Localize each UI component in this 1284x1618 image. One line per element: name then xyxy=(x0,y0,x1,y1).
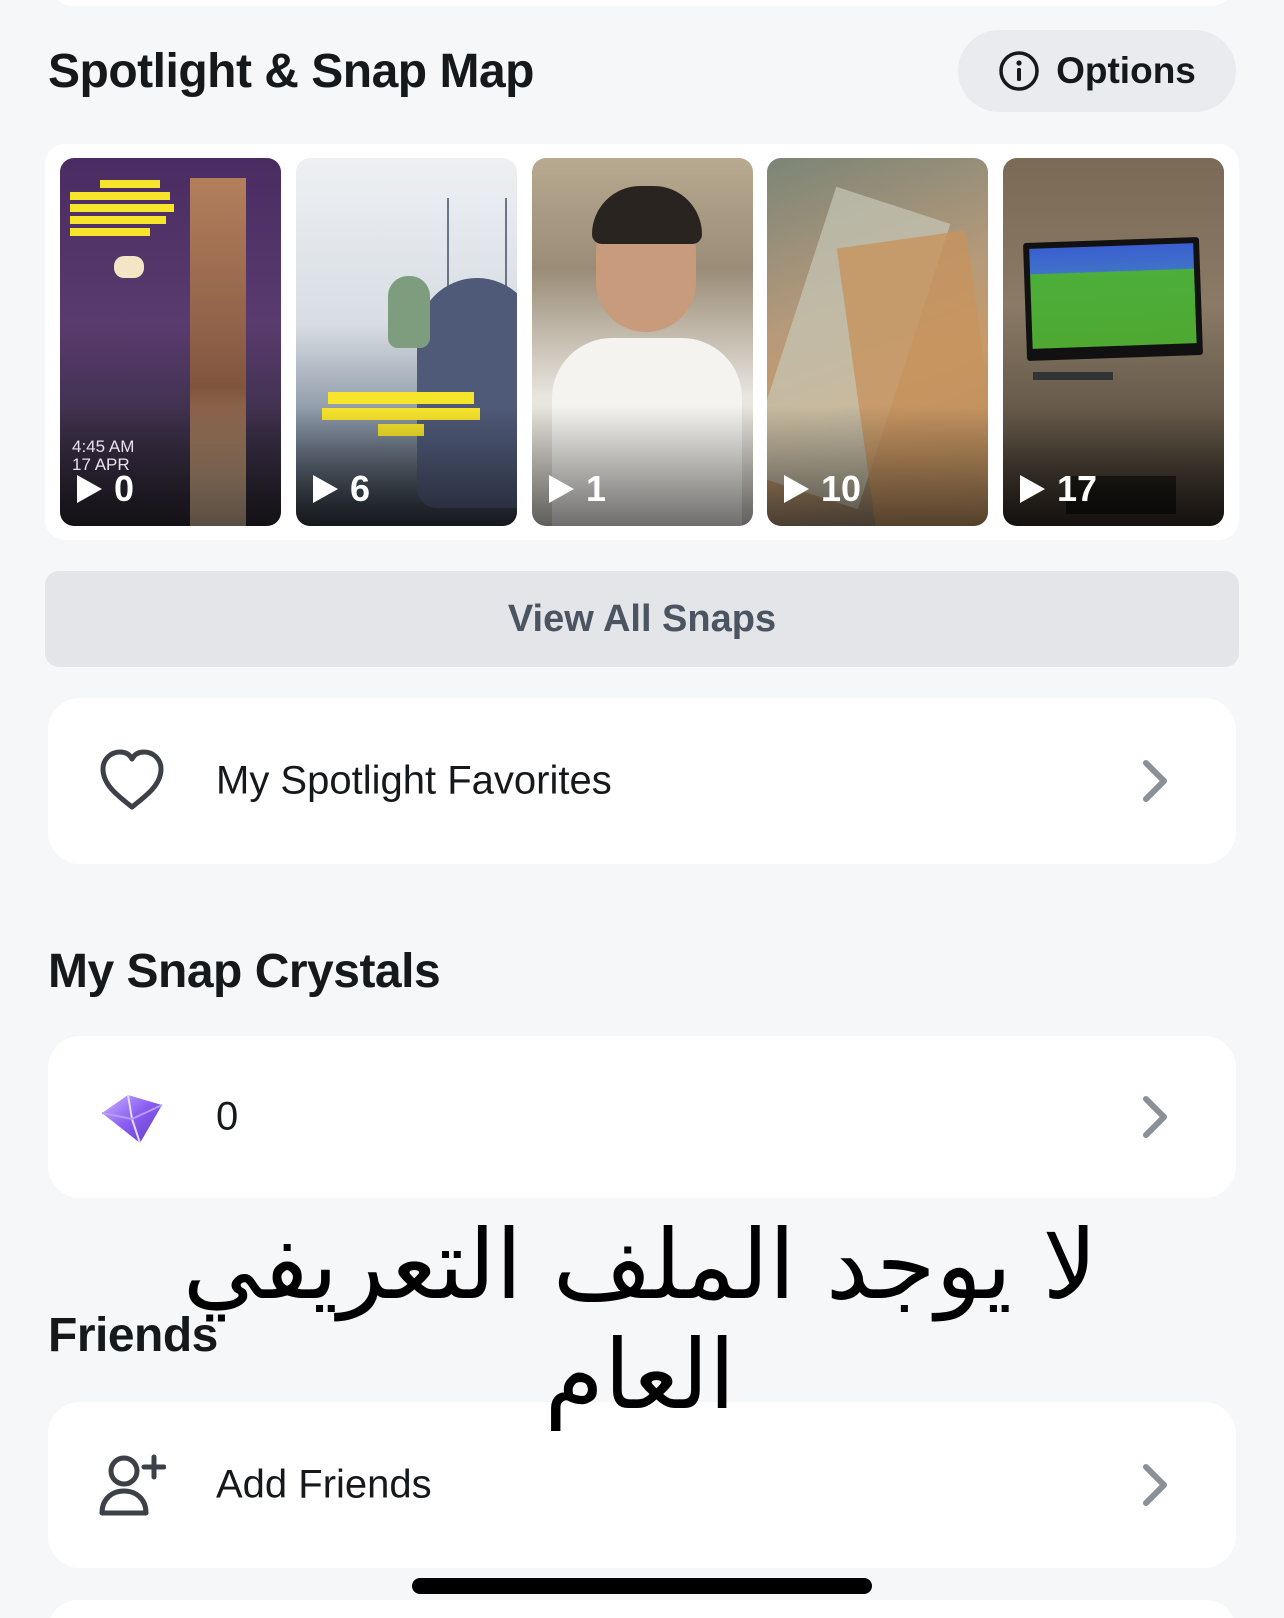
next-row-card xyxy=(48,1600,1236,1618)
snap-caption-highlight xyxy=(70,180,180,240)
chevron-right-icon xyxy=(1143,1096,1167,1138)
view-count: 0 xyxy=(74,468,134,510)
spotlight-snaps-strip: 4:45 AM 17 APR 0 6 1 10 17 xyxy=(45,144,1239,540)
tv-screen xyxy=(1029,243,1197,349)
chevron-right-icon xyxy=(1143,760,1167,802)
play-icon xyxy=(77,475,102,503)
view-count: 10 xyxy=(781,468,861,510)
play-icon xyxy=(1020,475,1045,503)
snap-thumbnail[interactable]: 1 xyxy=(532,158,753,526)
cartoon-sticker xyxy=(388,276,430,348)
heart-icon xyxy=(100,749,164,810)
top-card-edge xyxy=(48,0,1236,6)
play-icon xyxy=(549,475,574,503)
add-friends-label: Add Friends xyxy=(216,1462,432,1507)
snap-thumbnail[interactable]: 6 xyxy=(296,158,517,526)
crystal-icon xyxy=(101,1094,163,1144)
options-label: Options xyxy=(1056,50,1196,91)
view-count: 6 xyxy=(310,468,370,510)
overlay-caption: لا يوجد الملف التعريفي العام xyxy=(182,1209,1098,1431)
snap-thumbnail[interactable]: 4:45 AM 17 APR 0 xyxy=(60,158,281,526)
snap-crystals-row[interactable]: 0 xyxy=(48,1036,1236,1198)
home-indicator[interactable] xyxy=(412,1578,872,1594)
view-count: 17 xyxy=(1017,468,1097,510)
add-friend-icon xyxy=(99,1454,166,1516)
info-icon xyxy=(999,51,1039,91)
tv-image xyxy=(1022,236,1204,362)
spotlight-favorites-row[interactable]: My Spotlight Favorites xyxy=(48,698,1236,864)
crystals-section-title: My Snap Crystals xyxy=(48,945,441,998)
view-count: 1 xyxy=(546,468,606,510)
tv-stand xyxy=(1033,372,1113,380)
chevron-right-icon xyxy=(1143,1464,1167,1506)
snap-thumbnail[interactable]: 17 xyxy=(1003,158,1224,526)
spotlight-section-title: Spotlight & Snap Map xyxy=(48,45,534,98)
snap-thumbnail[interactable]: 10 xyxy=(767,158,988,526)
view-all-snaps-button[interactable]: View All Snaps xyxy=(45,571,1239,667)
crystals-value: 0 xyxy=(216,1094,239,1139)
play-icon xyxy=(313,475,338,503)
options-button[interactable]: Options xyxy=(958,30,1236,112)
hands-emoji xyxy=(114,256,144,278)
play-icon xyxy=(784,475,809,503)
hair-image xyxy=(592,186,702,244)
favorites-label: My Spotlight Favorites xyxy=(216,758,612,803)
